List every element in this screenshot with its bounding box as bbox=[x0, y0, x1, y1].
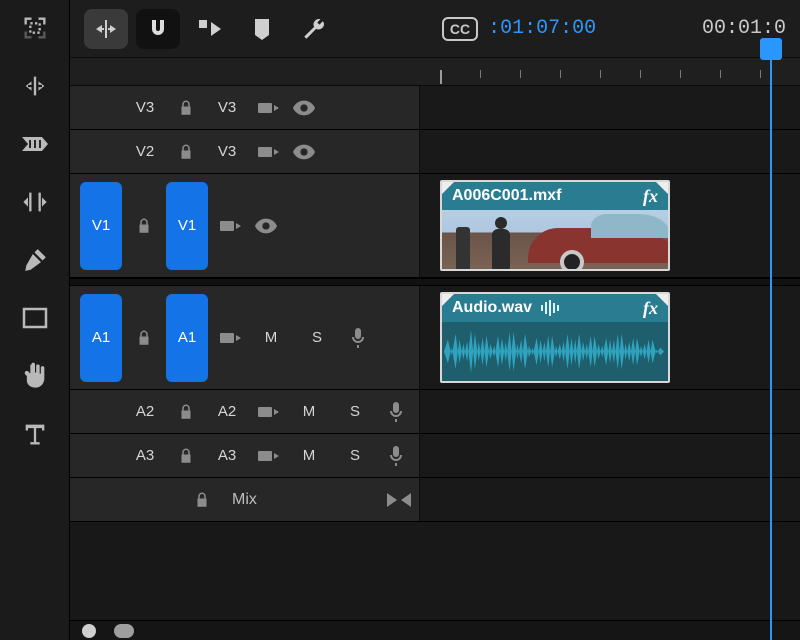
track-body-a2[interactable] bbox=[420, 390, 800, 433]
timecode-display: CC :01:07:00 bbox=[442, 17, 596, 41]
scroll-thumb[interactable] bbox=[114, 624, 134, 638]
time-ruler[interactable] bbox=[70, 58, 800, 86]
clip-header: A006C001.mxf fx bbox=[442, 182, 668, 210]
video-clip[interactable]: A006C001.mxf fx bbox=[440, 180, 670, 271]
audio-waveform bbox=[442, 322, 668, 381]
track-target-a2[interactable]: A2 bbox=[208, 396, 246, 428]
mute-button[interactable]: M bbox=[252, 322, 290, 354]
mute-button[interactable]: M bbox=[290, 396, 328, 428]
marker-icon[interactable] bbox=[240, 9, 284, 49]
track-head-v2: V2 V3 bbox=[70, 130, 420, 173]
timeline-topbar: CC :01:07:00 00:01:0 bbox=[70, 0, 800, 58]
source-patch-v3[interactable]: V3 bbox=[126, 92, 164, 124]
left-toolbar bbox=[0, 0, 70, 640]
track-body-a3[interactable] bbox=[420, 434, 800, 477]
source-patch-v1[interactable]: V1 bbox=[80, 182, 122, 270]
sync-lock-icon[interactable] bbox=[216, 212, 244, 240]
closed-captions-icon[interactable]: CC bbox=[442, 17, 478, 41]
waveform-badge-icon bbox=[540, 300, 560, 316]
track-head-a2: A2 A2 M S bbox=[70, 390, 420, 433]
duration-timecode: 00:01:0 bbox=[702, 17, 786, 40]
mix-label: Mix bbox=[232, 491, 300, 509]
ripple-edit-tool-icon[interactable] bbox=[17, 68, 53, 104]
sync-lock-icon[interactable] bbox=[216, 324, 244, 352]
lock-icon[interactable] bbox=[172, 442, 200, 470]
track-v2: V2 V3 bbox=[70, 130, 800, 174]
horizontal-scrollbar[interactable] bbox=[70, 620, 800, 640]
track-body-v2[interactable] bbox=[420, 130, 800, 173]
sync-lock-icon[interactable] bbox=[254, 442, 282, 470]
track-target-a1[interactable]: A1 bbox=[166, 294, 208, 382]
source-patch-v2[interactable]: V2 bbox=[126, 136, 164, 168]
razor-tool-icon[interactable] bbox=[17, 126, 53, 162]
lock-icon[interactable] bbox=[188, 486, 216, 514]
lock-icon[interactable] bbox=[130, 324, 158, 352]
hand-tool-icon[interactable] bbox=[17, 358, 53, 394]
clip-name: Audio.wav bbox=[452, 299, 532, 317]
app-root: CC :01:07:00 00:01:0 bbox=[0, 0, 800, 640]
track-head-mix: Mix bbox=[70, 478, 420, 521]
track-v3: V3 V3 bbox=[70, 86, 800, 130]
ruler-ticks bbox=[70, 70, 800, 86]
timeline-panel: CC :01:07:00 00:01:0 bbox=[70, 0, 800, 640]
track-a3: A3 A3 M S bbox=[70, 434, 800, 478]
track-a1: A1 A1 M S Audio.wav fx bbox=[70, 286, 800, 390]
selection-tool-icon[interactable] bbox=[17, 10, 53, 46]
wrench-settings-icon[interactable] bbox=[292, 9, 336, 49]
eye-icon[interactable] bbox=[252, 212, 280, 240]
tracks-area: V3 V3 V2 V3 bbox=[70, 86, 800, 640]
snap-toggle-icon[interactable] bbox=[136, 9, 180, 49]
mute-button[interactable]: M bbox=[290, 440, 328, 472]
track-head-v1: V1 V1 bbox=[70, 174, 420, 277]
solo-button[interactable]: S bbox=[336, 396, 374, 428]
track-target-a3[interactable]: A3 bbox=[208, 440, 246, 472]
track-a2: A2 A2 M S bbox=[70, 390, 800, 434]
rectangle-tool-icon[interactable] bbox=[17, 300, 53, 336]
lock-icon[interactable] bbox=[172, 398, 200, 426]
audio-clip[interactable]: Audio.wav fx bbox=[440, 292, 670, 383]
slip-tool-icon[interactable] bbox=[17, 184, 53, 220]
sync-lock-icon[interactable] bbox=[254, 94, 282, 122]
track-head-a3: A3 A3 M S bbox=[70, 434, 420, 477]
av-divider[interactable] bbox=[70, 278, 800, 286]
fx-badge-icon: fx bbox=[643, 298, 658, 319]
source-patch-a2[interactable]: A2 bbox=[126, 396, 164, 428]
track-mix: Mix bbox=[70, 478, 800, 522]
track-body-a1[interactable]: Audio.wav fx bbox=[420, 286, 800, 389]
track-target-v1[interactable]: V1 bbox=[166, 182, 208, 270]
source-patch-a3[interactable]: A3 bbox=[126, 440, 164, 472]
track-head-a1: A1 A1 M S bbox=[70, 286, 420, 389]
mic-icon[interactable] bbox=[382, 398, 410, 426]
clip-header: Audio.wav fx bbox=[442, 294, 668, 322]
solo-button[interactable]: S bbox=[336, 440, 374, 472]
mic-icon[interactable] bbox=[344, 324, 372, 352]
track-body-v1[interactable]: A006C001.mxf fx bbox=[420, 174, 800, 277]
pen-tool-icon[interactable] bbox=[17, 242, 53, 278]
linked-selection-icon[interactable] bbox=[188, 9, 232, 49]
lock-icon[interactable] bbox=[172, 138, 200, 166]
track-target-v3[interactable]: V3 bbox=[208, 92, 246, 124]
source-patch-a1[interactable]: A1 bbox=[80, 294, 122, 382]
type-tool-icon[interactable] bbox=[17, 416, 53, 452]
sync-lock-icon[interactable] bbox=[254, 398, 282, 426]
mic-icon[interactable] bbox=[382, 442, 410, 470]
eye-icon[interactable] bbox=[290, 94, 318, 122]
sync-lock-icon[interactable] bbox=[254, 138, 282, 166]
track-head-v3: V3 V3 bbox=[70, 86, 420, 129]
clip-name: A006C001.mxf bbox=[452, 187, 561, 205]
lock-icon[interactable] bbox=[172, 94, 200, 122]
track-body-mix[interactable] bbox=[420, 478, 800, 521]
scroll-handle-left-icon[interactable] bbox=[82, 624, 96, 638]
track-v1: V1 V1 A006C001.mxf fx bbox=[70, 174, 800, 278]
playhead-timecode[interactable]: :01:07:00 bbox=[488, 17, 596, 40]
eye-icon[interactable] bbox=[290, 138, 318, 166]
track-body-v3[interactable] bbox=[420, 86, 800, 129]
clip-thumbnail bbox=[442, 210, 668, 269]
lock-icon[interactable] bbox=[130, 212, 158, 240]
insert-mode-icon[interactable] bbox=[84, 9, 128, 49]
track-target-v2[interactable]: V3 bbox=[208, 136, 246, 168]
master-output-icon[interactable] bbox=[385, 486, 413, 514]
solo-button[interactable]: S bbox=[298, 322, 336, 354]
fx-badge-icon: fx bbox=[643, 186, 658, 207]
